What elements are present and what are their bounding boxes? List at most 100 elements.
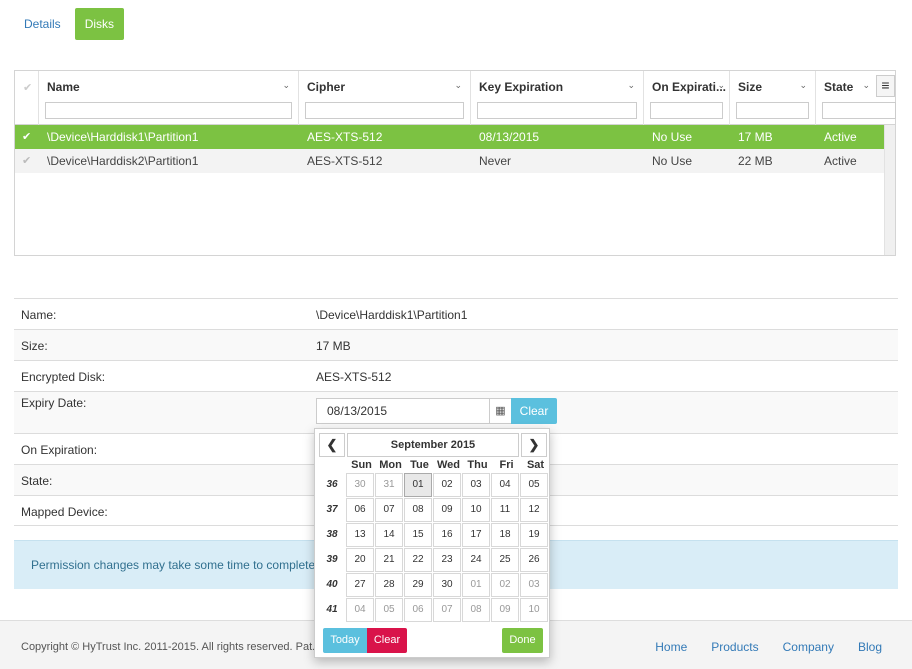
calendar-day[interactable]: 03 [462, 473, 490, 497]
name-filter-input[interactable] [45, 102, 292, 119]
tab-details[interactable]: Details [14, 8, 71, 40]
grid-scrollbar[interactable] [884, 125, 895, 255]
calendar-day[interactable]: 18 [491, 523, 519, 547]
key-expiration-filter-input[interactable] [477, 102, 637, 119]
calendar-day[interactable]: 26 [520, 548, 548, 572]
column-header-key-expiration: Key Expiration [479, 80, 564, 94]
column-cipher[interactable]: Cipher ⌄ [299, 71, 471, 125]
prev-month-button[interactable]: ❮ [319, 433, 345, 457]
calendar-day[interactable]: 04 [346, 598, 374, 622]
weekday-label: Wed [436, 459, 461, 471]
calendar-day[interactable]: 28 [375, 573, 403, 597]
calendar-day[interactable]: 05 [520, 473, 548, 497]
calendar-day[interactable]: 24 [462, 548, 490, 572]
calendar-day[interactable]: 22 [404, 548, 432, 572]
chevron-down-icon[interactable]: ⌄ [454, 80, 462, 91]
expiry-date-input[interactable]: 08/13/2015 [316, 398, 490, 424]
calendar-day[interactable]: 07 [375, 498, 403, 522]
calendar-day[interactable]: 10 [462, 498, 490, 522]
chevron-down-icon[interactable]: ⌄ [282, 80, 290, 91]
calendar-day[interactable]: 01 [404, 473, 432, 497]
footer-link-blog[interactable]: Blog [858, 640, 882, 654]
chevron-down-icon[interactable]: ⌄ [862, 80, 870, 91]
calendar-day[interactable]: 02 [433, 473, 461, 497]
calendar-day[interactable]: 09 [433, 498, 461, 522]
footer-link-products[interactable]: Products [711, 640, 758, 654]
name-value: \Device\Harddisk1\Partition1 [316, 308, 468, 322]
table-row[interactable]: ✔ \Device\Harddisk1\Partition1 AES-XTS-5… [15, 125, 885, 149]
calendar-day[interactable]: 08 [404, 498, 432, 522]
calendar-day[interactable]: 04 [491, 473, 519, 497]
calendar-day[interactable]: 31 [375, 473, 403, 497]
table-row[interactable]: ✔ \Device\Harddisk2\Partition1 AES-XTS-5… [15, 149, 885, 173]
tab-bar: Details Disks [14, 8, 125, 40]
cell-key-expiration: 08/13/2015 [479, 130, 540, 144]
cell-cipher: AES-XTS-512 [307, 130, 383, 144]
state-filter-input[interactable] [822, 102, 896, 119]
grid-menu-button[interactable]: ≡ [876, 75, 895, 97]
footer-link-company[interactable]: Company [783, 640, 834, 654]
column-on-expiration[interactable]: On Expirati... ⌄ [644, 71, 730, 125]
week-number: 36 [326, 479, 338, 490]
weekday-label: Mon [379, 459, 402, 471]
footer-link-home[interactable]: Home [655, 640, 687, 654]
calendar-day[interactable]: 27 [346, 573, 374, 597]
datepicker-header: ❮ September 2015 ❯ [319, 433, 547, 457]
calendar-day[interactable]: 19 [520, 523, 548, 547]
check-icon[interactable]: ✔ [22, 125, 31, 149]
calendar-day[interactable]: 30 [433, 573, 461, 597]
calendar-day[interactable]: 17 [462, 523, 490, 547]
calendar-day[interactable]: 07 [433, 598, 461, 622]
calendar-day[interactable]: 21 [375, 548, 403, 572]
calendar-day[interactable]: 12 [520, 498, 548, 522]
calendar-day[interactable]: 01 [462, 573, 490, 597]
column-header-name: Name [47, 80, 80, 94]
state-label: State: [21, 474, 53, 488]
calendar-button[interactable]: ▦ [490, 398, 512, 424]
today-button[interactable]: Today [323, 628, 367, 653]
detail-row-size: Size: 17 MB [14, 329, 898, 360]
chevron-down-icon[interactable]: ⌄ [717, 80, 725, 91]
calendar-day[interactable]: 14 [375, 523, 403, 547]
calendar-day[interactable]: 08 [462, 598, 490, 622]
calendar-day[interactable]: 20 [346, 548, 374, 572]
calendar-day[interactable]: 30 [346, 473, 374, 497]
encrypted-label: Encrypted Disk: [21, 370, 106, 384]
calendar-day[interactable]: 11 [491, 498, 519, 522]
calendar-day[interactable]: 13 [346, 523, 374, 547]
size-filter-input[interactable] [736, 102, 809, 119]
tab-disks[interactable]: Disks [74, 8, 125, 40]
calendar-day[interactable]: 09 [491, 598, 519, 622]
column-name[interactable]: Name ⌄ [39, 71, 299, 125]
copyright-text: Copyright © HyTrust Inc. 2011-2015. All … [21, 641, 316, 653]
check-icon[interactable]: ✔ [22, 149, 31, 173]
name-label: Name: [21, 308, 57, 322]
calendar-day[interactable]: 05 [375, 598, 403, 622]
week-number: 37 [326, 504, 338, 515]
column-header-size: Size [738, 80, 763, 94]
calendar-day[interactable]: 15 [404, 523, 432, 547]
calendar-day[interactable]: 10 [520, 598, 548, 622]
calendar-day[interactable]: 16 [433, 523, 461, 547]
chevron-down-icon[interactable]: ⌄ [627, 80, 635, 91]
select-all-column[interactable]: ✔ [15, 71, 39, 125]
calendar-day[interactable]: 23 [433, 548, 461, 572]
calendar-day[interactable]: 06 [346, 498, 374, 522]
chevron-down-icon[interactable]: ⌄ [799, 80, 807, 91]
size-label: Size: [21, 339, 48, 353]
column-size[interactable]: Size ⌄ [730, 71, 816, 125]
calendar-day[interactable]: 02 [491, 573, 519, 597]
on-expiration-filter-input[interactable] [650, 102, 723, 119]
calendar-day[interactable]: 29 [404, 573, 432, 597]
datepicker-popup: ❮ September 2015 ❯ Sun Mon Tue Wed Thu Fri Sat… [314, 428, 550, 658]
done-button[interactable]: Done [502, 628, 543, 653]
expiry-clear-button[interactable]: Clear [511, 398, 557, 424]
cipher-filter-input[interactable] [305, 102, 464, 119]
calendar-day[interactable]: 25 [491, 548, 519, 572]
next-month-button[interactable]: ❯ [521, 433, 547, 457]
month-title[interactable]: September 2015 [347, 433, 519, 457]
datepicker-clear-button[interactable]: Clear [367, 628, 407, 653]
calendar-day[interactable]: 06 [404, 598, 432, 622]
calendar-day[interactable]: 03 [520, 573, 548, 597]
column-key-expiration[interactable]: Key Expiration ⌄ [471, 71, 644, 125]
